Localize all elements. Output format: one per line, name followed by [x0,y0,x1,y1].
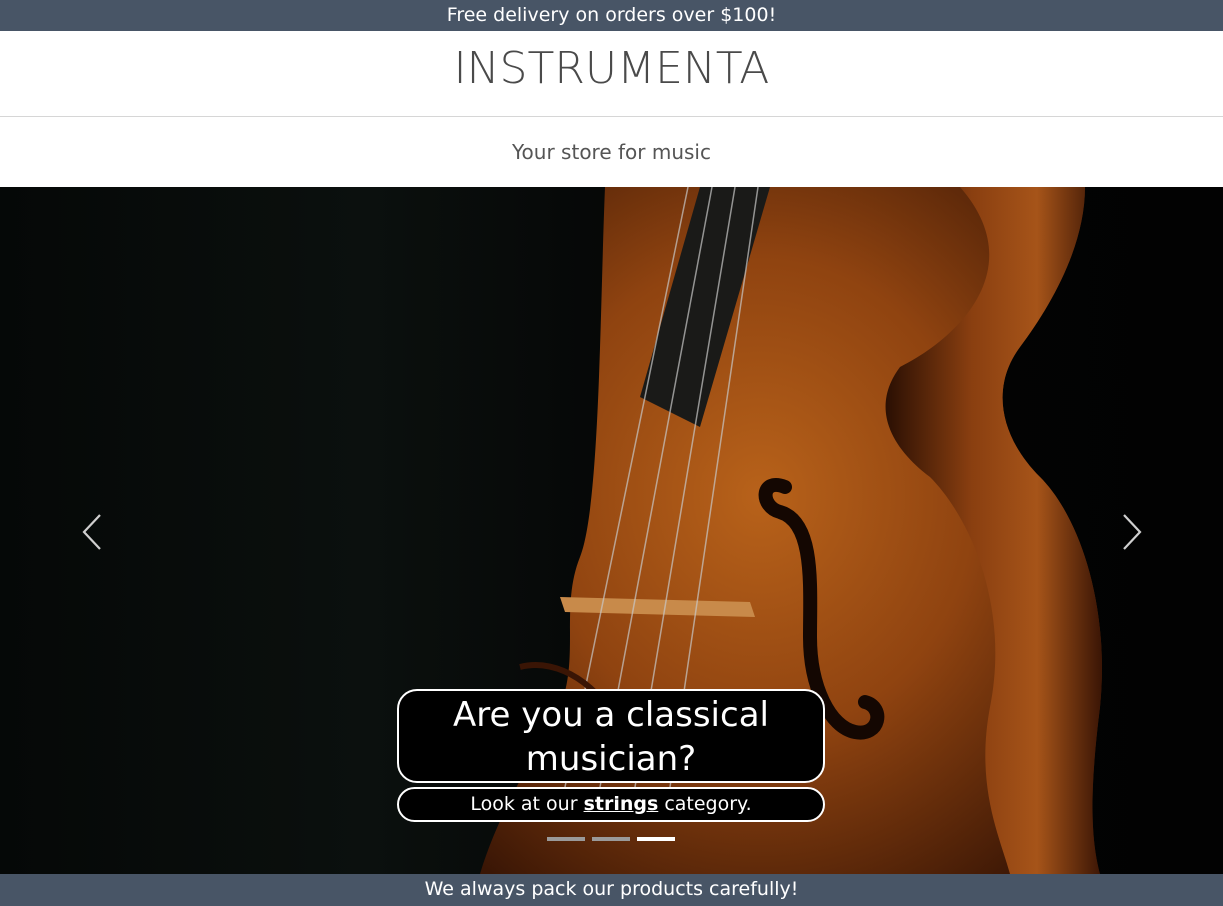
footer-text: We always pack our products carefully! [424,878,799,900]
chevron-left-icon [82,514,101,550]
caption-prefix: Look at our [470,793,578,815]
tagline-bar: Your store for music [0,117,1223,187]
chevron-right-icon [1123,514,1142,550]
footer-banner: We always pack our products carefully! [0,874,1223,906]
site-logo[interactable]: INSTRUMENTA [454,43,770,94]
hero-carousel: Are you a classical musician? Look at ou… [0,187,1223,874]
carousel-next-button[interactable] [1110,507,1150,557]
carousel-prev-button[interactable] [74,507,114,557]
carousel-caption-subtitle: Look at our strings category. [397,787,825,822]
carousel-caption-title: Are you a classical musician? [397,689,825,783]
promo-banner: Free delivery on orders over $100! [0,0,1223,31]
carousel-indicator-3[interactable] [637,837,675,841]
caption-suffix: category. [664,793,752,815]
site-tagline: Your store for music [512,140,711,164]
carousel-indicator-1[interactable] [547,837,585,841]
carousel-indicator-2[interactable] [592,837,630,841]
site-header: INSTRUMENTA [0,31,1223,117]
promo-text: Free delivery on orders over $100! [446,4,777,26]
strings-category-link[interactable]: strings [584,793,659,815]
